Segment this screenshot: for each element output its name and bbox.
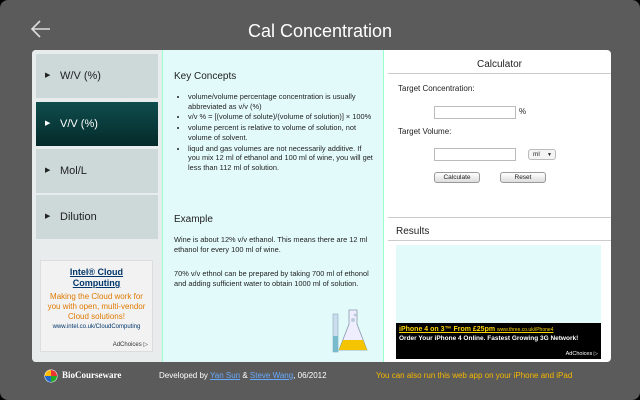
sidebar-item-moll[interactable]: ▶ Mol/L xyxy=(36,149,158,193)
brand-name: BioCourseware xyxy=(62,370,122,380)
key-concepts-heading: Key Concepts xyxy=(174,71,237,82)
list-item: liqud and gas volumes are not necessaril… xyxy=(188,144,374,173)
sidebar-item-label: V/V (%) xyxy=(60,118,98,130)
calculator-title: Calculator xyxy=(388,59,611,74)
results-ad[interactable]: iPhone 4 on 3™ From £25pm www.three.co.u… xyxy=(396,323,601,359)
sidebar-item-label: Mol/L xyxy=(60,165,87,177)
sidebar-item-label: W/V (%) xyxy=(60,70,101,82)
main-panel: ▶ W/V (%) ▶ V/V (%) ▶ Mol/L ▶ Dilution I… xyxy=(32,50,611,362)
target-concentration-input[interactable] xyxy=(434,106,516,119)
author-link-steve-wang[interactable]: Steve Wang xyxy=(250,371,293,380)
ad-choices-link[interactable]: AdChoices ▷ xyxy=(566,351,598,357)
target-volume-label: Target Volume: xyxy=(398,127,452,136)
chevron-down-icon: ▼ xyxy=(547,152,552,158)
target-volume-input[interactable] xyxy=(434,148,516,161)
target-concentration-label: Target Concentration: xyxy=(398,84,475,93)
author-link-yan-sun[interactable]: Yan Sun xyxy=(210,371,240,380)
volume-unit-select[interactable]: ml ▼ xyxy=(528,149,556,160)
ad-headline[interactable]: iPhone 4 on 3™ From £25pm www.three.co.u… xyxy=(399,325,598,335)
results-title: Results xyxy=(388,217,611,241)
footer: BioCourseware Developed by Yan Sun & Ste… xyxy=(0,362,640,400)
app-window: Cal Concentration ▶ W/V (%) ▶ V/V (%) ▶ … xyxy=(0,0,640,400)
ad-body: Making the Cloud work for you with open,… xyxy=(47,292,146,321)
biocourseware-logo-icon xyxy=(44,369,58,383)
ampersand: & xyxy=(242,371,248,380)
ad-url[interactable]: www.three.co.uk/iPhone4 xyxy=(497,327,553,333)
sidebar-item-wv[interactable]: ▶ W/V (%) xyxy=(36,54,158,98)
key-concepts-list: volume/volume percentage concentration i… xyxy=(179,92,374,174)
sidebar-item-dilution[interactable]: ▶ Dilution xyxy=(36,195,158,239)
chevron-right-icon: ▶ xyxy=(45,213,51,220)
percent-unit-label: % xyxy=(519,107,527,116)
chevron-right-icon: ▶ xyxy=(45,120,51,127)
credit-date: , 06/2012 xyxy=(293,371,327,380)
sidebar-item-label: Dilution xyxy=(60,211,97,223)
calculate-button[interactable]: Calculate xyxy=(434,172,480,183)
list-item: v/v % = [(volume of solute)/(volume of s… xyxy=(188,112,374,122)
chevron-right-icon: ▶ xyxy=(45,167,51,174)
calculator-pane: Calculator Target Concentration: % Targe… xyxy=(388,50,611,362)
sidebar-item-vv[interactable]: ▶ V/V (%) xyxy=(36,102,158,146)
flask-illustration-icon xyxy=(332,309,368,353)
list-item: volume percent is relative to volume of … xyxy=(188,123,374,142)
ad-url[interactable]: www.intel.co.uk/CloudComputing xyxy=(41,324,152,330)
ad-headline-text[interactable]: iPhone 4 on 3™ From £25pm xyxy=(399,326,495,333)
volume-unit-value: ml xyxy=(533,151,540,158)
list-item: volume/volume percentage concentration i… xyxy=(188,92,374,111)
chevron-right-icon: ▶ xyxy=(45,72,51,79)
sidebar-ad[interactable]: Intel® Cloud Computing Making the Cloud … xyxy=(40,260,153,352)
ad-body: Order Your iPhone 4 Online. Fastest Grow… xyxy=(399,335,579,342)
reset-button[interactable]: Reset xyxy=(500,172,546,183)
example-paragraph-1: Wine is about 12% v/v ethanol. This mean… xyxy=(174,235,368,254)
ad-choices-link[interactable]: AdChoices ▷ xyxy=(113,341,148,348)
sidebar: ▶ W/V (%) ▶ V/V (%) ▶ Mol/L ▶ Dilution I… xyxy=(32,50,162,362)
example-heading: Example xyxy=(174,214,213,225)
dev-prefix: Developed by xyxy=(159,371,208,380)
example-paragraph-2: 70% v/v ethnol can be prepared by taking… xyxy=(174,269,369,288)
promo-text: You can also run this web app on your iP… xyxy=(376,371,573,380)
developer-credit: Developed by Yan Sun & Steve Wang, 06/20… xyxy=(159,371,327,380)
content-pane: Key Concepts volume/volume percentage co… xyxy=(162,50,384,362)
ad-title[interactable]: Intel® Cloud Computing xyxy=(41,267,152,289)
